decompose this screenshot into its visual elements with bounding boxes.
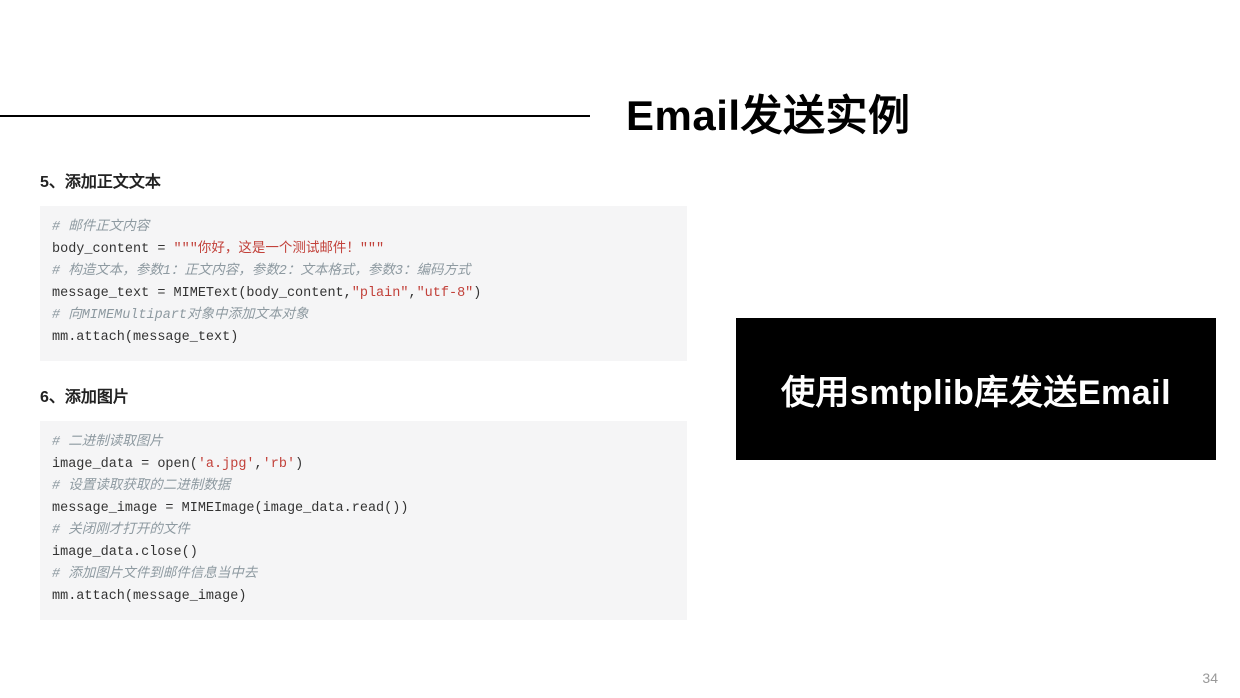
code-block: # 二进制读取图片 image_data = open('a.jpg','rb'… — [40, 421, 687, 620]
section-6: 6、添加图片 # 二进制读取图片 image_data = open('a.jp… — [40, 383, 700, 620]
section-heading: 5、添加正文文本 — [40, 168, 700, 192]
callout-panel: 使用smtplib库发送Email — [736, 318, 1216, 460]
page-title: Email发送实例 — [626, 82, 911, 143]
callout-text: 使用smtplib库发送Email — [781, 365, 1171, 414]
section-heading: 6、添加图片 — [40, 383, 700, 407]
divider-line — [0, 115, 590, 117]
code-block: # 邮件正文内容 body_content = """你好，这是一个测试邮件！"… — [40, 206, 687, 361]
content-column: 5、添加正文文本 # 邮件正文内容 body_content = """你好，这… — [40, 168, 700, 642]
page-number: 34 — [1202, 670, 1218, 686]
section-5: 5、添加正文文本 # 邮件正文内容 body_content = """你好，这… — [40, 168, 700, 361]
